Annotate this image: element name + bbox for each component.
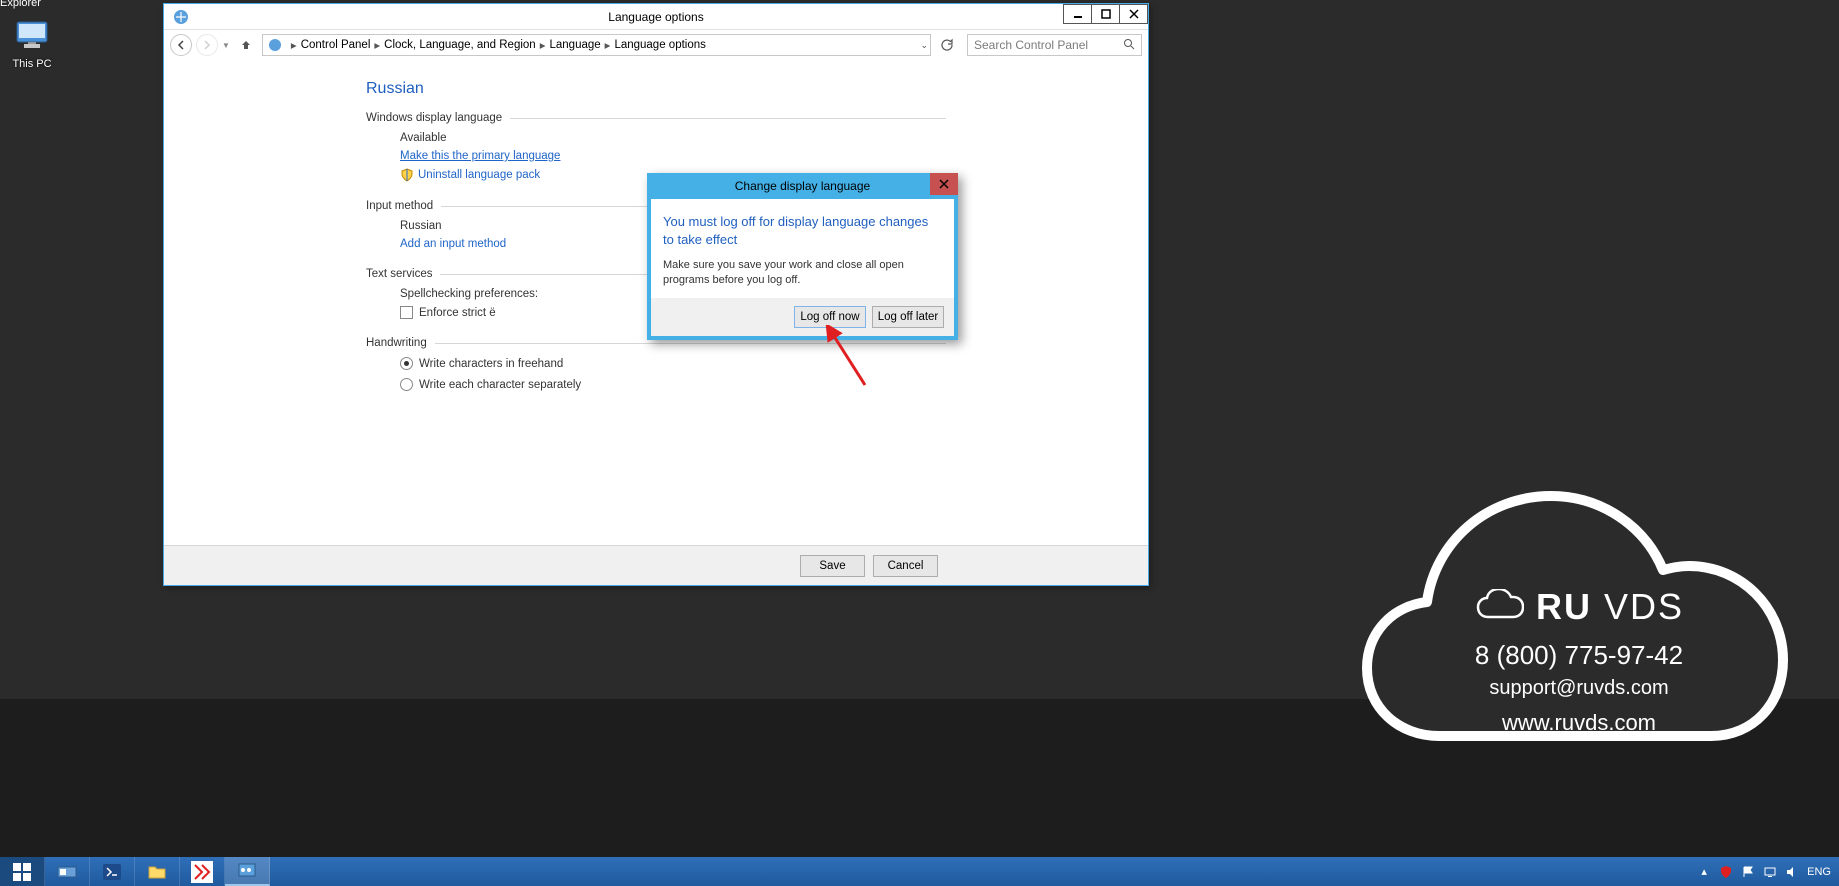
search-input[interactable]: Search Control Panel (967, 34, 1142, 56)
minimize-button[interactable] (1063, 4, 1092, 24)
chevron-right-icon: ▸ (605, 38, 611, 52)
separate-label: Write each character separately (419, 379, 581, 391)
taskbar-kaspersky[interactable] (180, 857, 225, 886)
tray-language[interactable]: ENG (1807, 866, 1831, 878)
taskbar-file-explorer[interactable] (135, 857, 180, 886)
taskbar-control-panel-active[interactable] (225, 857, 270, 886)
tray-sound-icon[interactable] (1785, 865, 1799, 879)
breadcrumb-icon (267, 37, 283, 53)
this-pc-icon (14, 18, 50, 54)
dialog-title: Change display language (735, 179, 870, 193)
dialog-headline: You must log off for display language ch… (663, 213, 942, 248)
make-primary-link[interactable]: Make this the primary language (400, 150, 946, 162)
control-panel-icon (172, 8, 190, 26)
desktop-icon-this-pc[interactable]: This PC (2, 18, 62, 70)
breadcrumb-item[interactable]: Control Panel (301, 39, 371, 51)
log-off-now-button[interactable]: Log off now (794, 306, 866, 328)
stray-explorer-label: Explorer (0, 0, 41, 9)
dialog-titlebar: Change display language (647, 173, 958, 199)
chevron-right-icon: ▸ (374, 38, 380, 52)
search-placeholder: Search Control Panel (974, 38, 1123, 52)
up-button[interactable] (238, 37, 254, 53)
dialog-body-text: Make sure you save your work and close a… (663, 258, 942, 288)
save-button[interactable]: Save (800, 555, 865, 577)
tray-security-icon[interactable] (1719, 865, 1733, 879)
section-header-display-language: Windows display language (366, 112, 946, 124)
tray-network-icon[interactable] (1763, 865, 1777, 879)
log-off-later-button[interactable]: Log off later (872, 306, 944, 328)
watermark-phone: 8 (800) 775-97-42 (1379, 640, 1779, 671)
tray-flag-icon[interactable] (1741, 865, 1755, 879)
breadcrumb[interactable]: ▸ Control Panel ▸ Clock, Language, and R… (262, 34, 931, 56)
bottom-band (0, 699, 1839, 859)
taskbar-server-manager[interactable] (45, 857, 90, 886)
breadcrumb-item[interactable]: Clock, Language, and Region (384, 39, 536, 51)
uninstall-link[interactable]: Uninstall language pack (418, 169, 540, 181)
forward-button[interactable] (196, 34, 218, 56)
start-button[interactable] (0, 857, 45, 886)
taskbar-powershell[interactable] (90, 857, 135, 886)
chevron-right-icon: ▸ (540, 38, 546, 52)
separate-radio[interactable] (400, 378, 413, 391)
enforce-strict-e-label: Enforce strict ё (419, 307, 496, 319)
breadcrumb-dropdown-icon[interactable]: ⌄ (920, 40, 928, 51)
enforce-strict-e-checkbox[interactable] (400, 306, 413, 319)
breadcrumb-item[interactable]: Language (549, 39, 600, 51)
close-button[interactable] (1119, 4, 1148, 24)
language-title: Russian (366, 80, 1148, 98)
breadcrumb-item[interactable]: Language options (614, 39, 705, 51)
watermark-email: support@ruvds.com (1379, 677, 1779, 700)
freehand-radio[interactable] (400, 357, 413, 370)
desktop-icon-label: This PC (2, 58, 62, 70)
window-title: Language options (164, 10, 1148, 24)
window-footer: Save Cancel (164, 545, 1148, 585)
recent-dropdown-icon[interactable]: ▼ (222, 41, 230, 50)
freehand-label: Write characters in freehand (419, 358, 563, 370)
cancel-button[interactable]: Cancel (873, 555, 938, 577)
back-button[interactable] (170, 34, 192, 56)
dialog-close-button[interactable] (930, 173, 958, 195)
available-label: Available (400, 132, 946, 144)
chevron-right-icon: ▸ (291, 38, 297, 52)
refresh-button[interactable] (937, 35, 957, 55)
maximize-button[interactable] (1091, 4, 1120, 24)
nav-row: ▼ ▸ Control Panel ▸ Clock, Language, and… (164, 30, 1148, 60)
change-display-language-dialog: Change display language You must log off… (647, 173, 958, 340)
watermark-logo: RU VDS (1379, 586, 1779, 628)
tray-show-hidden-icon[interactable]: ▴ (1697, 865, 1711, 879)
taskbar: ▴ ENG (0, 857, 1839, 886)
search-icon (1123, 38, 1135, 53)
titlebar: Language options (164, 4, 1148, 30)
shield-icon (400, 168, 414, 182)
